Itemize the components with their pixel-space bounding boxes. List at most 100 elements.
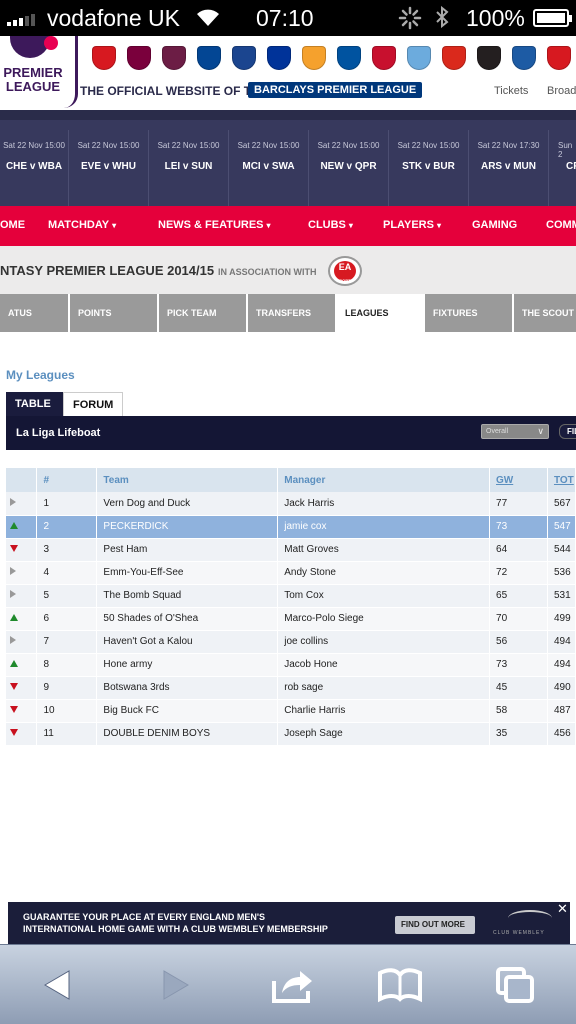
team-cell[interactable]: Hone army [96,653,279,677]
nav-community[interactable]: COMM [546,219,576,231]
tab-forum[interactable]: FORUM [63,392,123,416]
tab-leagues[interactable]: LEAGUES [337,294,424,332]
tab-pick-team[interactable]: PICK TEAM [159,294,246,332]
team-cell[interactable]: 50 Shades of O'Shea [96,607,279,631]
tab-the-scout[interactable]: THE SCOUT [514,294,576,332]
table-row[interactable]: 11 DOUBLE DENIM BOYS Joseph Sage 35 456 [6,722,576,746]
club-crests [92,46,571,70]
share-icon[interactable] [268,963,316,1007]
fixture-card[interactable]: Sat 22 Nov 15:00 STK v BUR [389,130,469,206]
fixture-card[interactable]: Sat 22 Nov 15:00 LEI v SUN [149,130,229,206]
column-header-gw[interactable]: GW [489,468,548,492]
club-crest-icon[interactable] [302,46,326,70]
club-crest-icon[interactable] [372,46,396,70]
fixture-teams: CHE v WBA [5,161,63,172]
movement-cell [6,584,38,608]
fixture-card[interactable]: Sun 2 CR [549,130,576,206]
battery-percent: 100% [466,5,525,31]
club-crest-icon[interactable] [267,46,291,70]
column-header-tot[interactable]: TOT [547,468,576,492]
filter-button[interactable]: FIL [559,424,576,439]
team-cell[interactable]: DOUBLE DENIM BOYS [96,722,279,746]
find-out-more-button[interactable]: FIND OUT MORE [395,916,475,934]
team-cell[interactable]: Big Buck FC [96,699,279,723]
fixture-date: Sat 22 Nov 15:00 [317,141,380,150]
team-cell[interactable]: Botswana 3rds [96,676,279,700]
activity-spinner-icon [398,6,422,36]
table-row[interactable]: 4 Emm-You-Eff-See Andy Stone 72 536 [6,561,576,585]
column-header-rank[interactable]: # [36,468,98,492]
fixture-card[interactable]: Sat 22 Nov 15:00 MCI v SWA [229,130,309,206]
nav-home[interactable]: OME [0,219,25,231]
movement-cell [6,561,38,585]
tickets-link[interactable]: Tickets [494,85,528,97]
forward-icon[interactable] [150,963,198,1007]
broadcast-link[interactable]: Broad [547,85,576,97]
manager-cell: Tom Cox [277,584,491,608]
nav-players[interactable]: PLAYERS ▾ [383,219,441,231]
wembley-ad-banner[interactable]: GUARANTEE YOUR PLACE AT EVERY ENGLAND ME… [8,902,570,944]
fixture-card[interactable]: Sat 22 Nov 15:00 CHE v WBA [0,130,69,206]
table-row[interactable]: 1 Vern Dog and Duck Jack Harris 77 567 [6,492,576,516]
gameweek-select[interactable]: Overall [481,424,549,439]
fixture-card[interactable]: Sat 22 Nov 15:00 NEW v QPR [309,130,389,206]
tab-points[interactable]: POINTS [70,294,157,332]
fixture-teams: NEW v QPR [320,161,377,172]
nav-matchday[interactable]: MATCHDAY ▾ [48,219,116,231]
club-crest-icon[interactable] [442,46,466,70]
club-crest-icon[interactable] [547,46,571,70]
rank-cell: 2 [36,515,98,539]
table-row[interactable]: 3 Pest Ham Matt Groves 64 544 [6,538,576,562]
tab-fixtures[interactable]: FIXTURES [425,294,512,332]
club-crest-icon[interactable] [337,46,361,70]
table-row[interactable]: 6 50 Shades of O'Shea Marco-Polo Siege 70 49… [6,607,576,631]
club-crest-icon[interactable] [232,46,256,70]
tab-transfers[interactable]: TRANSFERS [248,294,335,332]
team-cell[interactable]: PECKERDICK [96,515,279,539]
team-cell[interactable]: Pest Ham [96,538,279,562]
tot-cell: 499 [547,607,576,631]
team-cell[interactable]: The Bomb Squad [96,584,279,608]
rank-cell: 8 [36,653,98,677]
table-row[interactable]: 10 Big Buck FC Charlie Harris 58 487 [6,699,576,723]
club-crest-icon[interactable] [197,46,221,70]
rank-cell: 11 [36,722,98,746]
fixture-card[interactable]: Sat 22 Nov 17:30 ARS v MUN [469,130,549,206]
nav-news-features[interactable]: NEWS & FEATURES ▾ [158,219,271,231]
club-crest-icon[interactable] [162,46,186,70]
tab-table[interactable]: TABLE [6,392,63,416]
tabs-icon[interactable] [492,963,540,1007]
club-crest-icon[interactable] [127,46,151,70]
nav-clubs[interactable]: CLUBS ▾ [308,219,353,231]
table-row[interactable]: 8 Hone army Jacob Hone 73 494 [6,653,576,677]
manager-cell: Andy Stone [277,561,491,585]
club-crest-icon[interactable] [477,46,501,70]
club-crest-icon[interactable] [92,46,116,70]
table-row[interactable]: 7 Haven't Got a Kalou joe collins 56 494 [6,630,576,654]
bluetooth-icon [434,5,450,35]
gw-cell: 73 [489,515,548,539]
team-cell[interactable]: Vern Dog and Duck [96,492,279,516]
club-crest-icon[interactable] [407,46,431,70]
team-cell[interactable]: Haven't Got a Kalou [96,630,279,654]
premier-league-logo[interactable]: PREMIER LEAGUE [0,36,78,108]
table-row[interactable]: 2 PECKERDICK jamie cox 73 547 [6,515,576,539]
fixture-teams: STK v BUR [402,161,455,172]
movement-cell [6,607,38,631]
bookmarks-icon[interactable] [376,963,424,1007]
tab-status[interactable]: ATUS [0,294,68,332]
ea-sports-logo: EA SPORTS [328,256,362,286]
column-header-team[interactable]: Team [96,468,279,492]
club-crest-icon[interactable] [512,46,536,70]
close-icon[interactable]: ✕ [555,902,570,917]
movement-cell [6,538,38,562]
column-header-manager[interactable]: Manager [277,468,491,492]
back-icon[interactable] [35,963,83,1007]
nav-gaming[interactable]: GAMING [472,219,517,231]
arrow-up-icon [10,614,18,621]
team-cell[interactable]: Emm-You-Eff-See [96,561,279,585]
table-row[interactable]: 9 Botswana 3rds rob sage 45 490 [6,676,576,700]
barclays-logo: BARCLAYS PREMIER LEAGUE [248,82,423,98]
fixture-card[interactable]: Sat 22 Nov 15:00 EVE v WHU [69,130,149,206]
table-row[interactable]: 5 The Bomb Squad Tom Cox 65 531 [6,584,576,608]
